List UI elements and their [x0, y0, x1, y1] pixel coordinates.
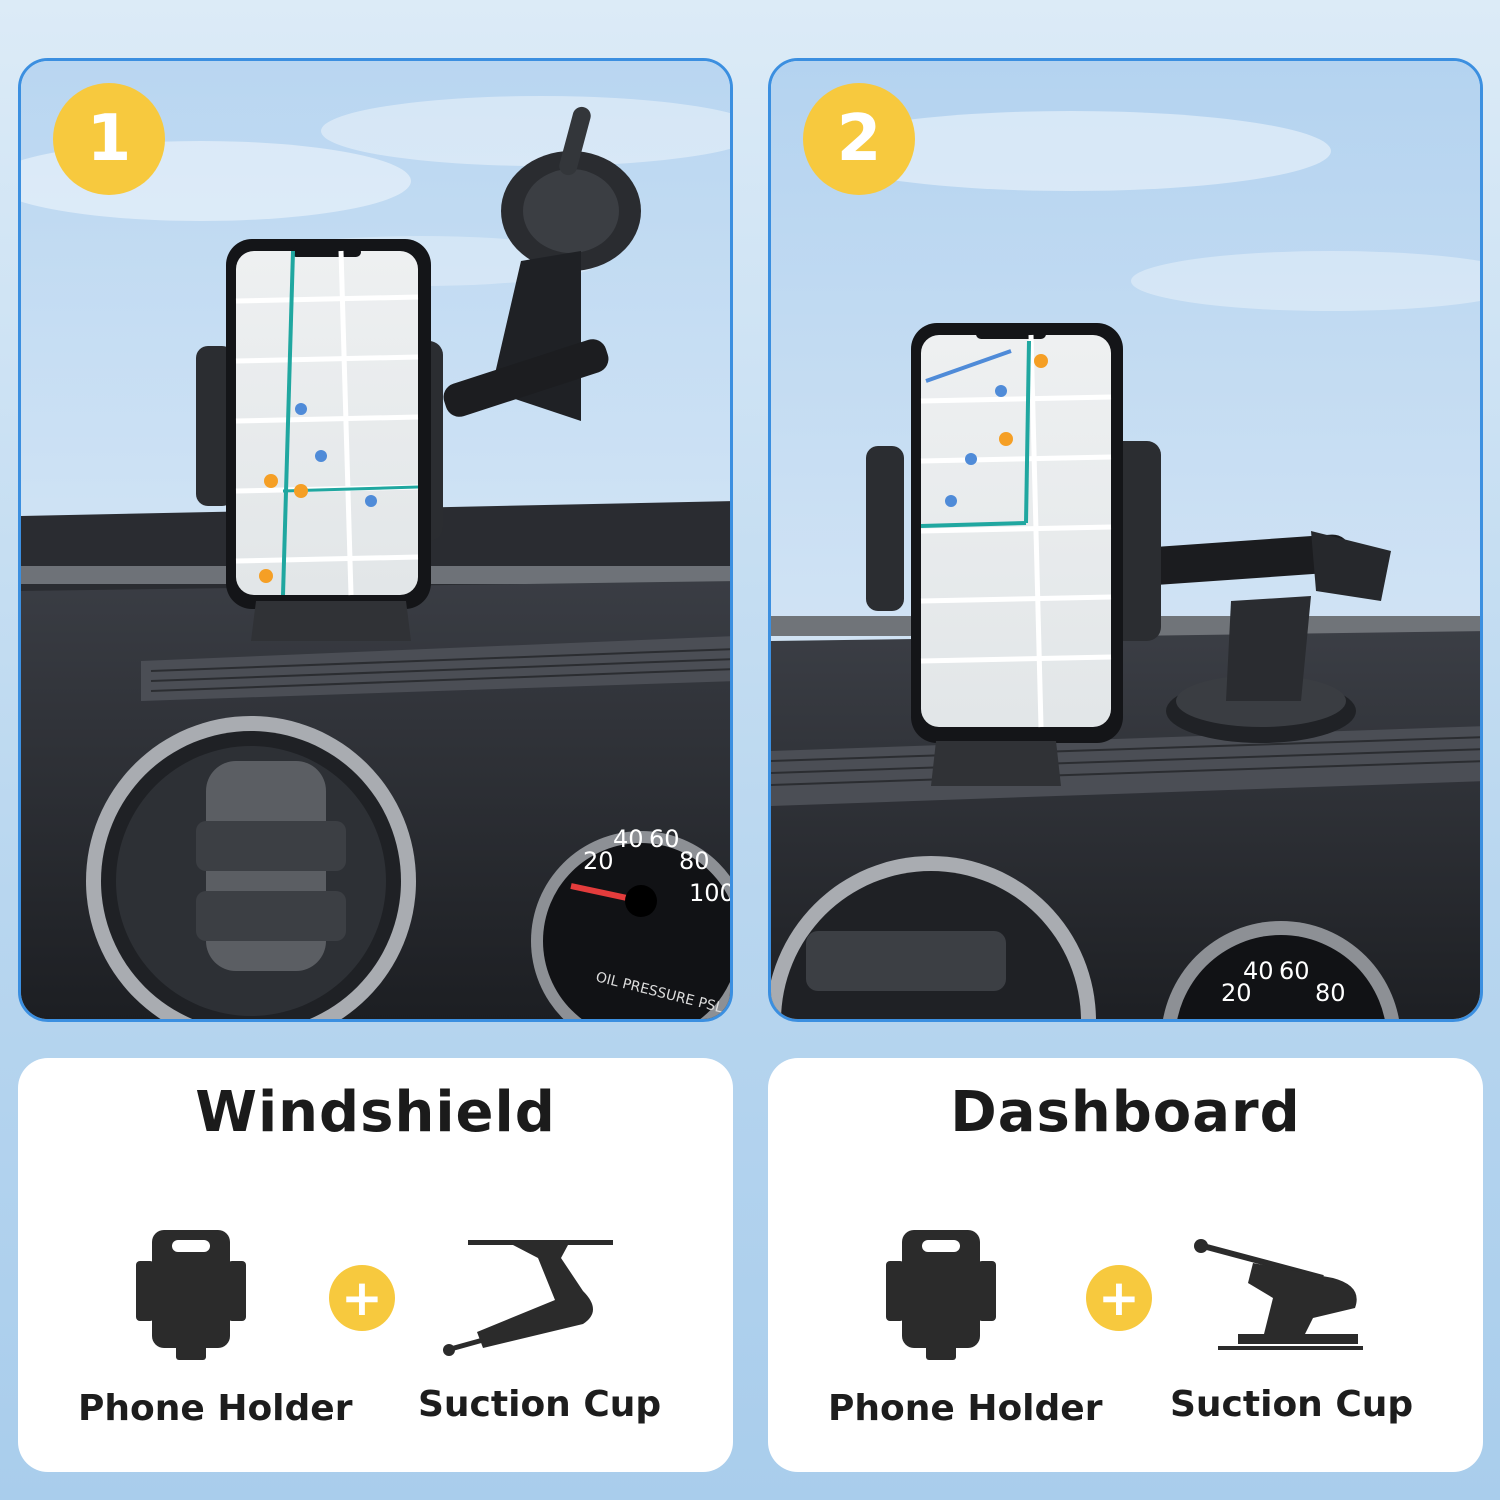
svg-text:80: 80 — [679, 847, 710, 875]
step-number-badge: 1 — [53, 83, 165, 195]
phone-holder-label: Phone Holder — [828, 1388, 1103, 1429]
svg-text:100: 100 — [689, 879, 733, 907]
svg-text:60: 60 — [1279, 957, 1310, 985]
dashboard-suction-cup-icon — [1194, 1239, 1363, 1350]
dashboard-photo-panel: 20 40 60 80 2 — [768, 58, 1483, 1022]
svg-text:40: 40 — [1243, 957, 1274, 985]
dashboard-info-card: Dashboard Phone Holder + Suction Cup — [768, 1058, 1483, 1472]
phone-holder-icon — [886, 1230, 996, 1360]
windshield-suction-cup-icon — [443, 1240, 613, 1356]
svg-text:20: 20 — [583, 847, 614, 875]
card-title: Windshield — [195, 1080, 556, 1145]
card-title: Dashboard — [950, 1080, 1301, 1145]
suction-cup-label: Suction Cup — [418, 1384, 662, 1425]
suction-cup-label: Suction Cup — [1170, 1384, 1414, 1425]
phone-holder-label: Phone Holder — [78, 1388, 353, 1429]
windshield-info-card: Windshield Phone Holder + Suction Cup — [18, 1058, 733, 1472]
plus-icon: + — [329, 1265, 395, 1331]
svg-text:60: 60 — [649, 825, 680, 853]
windshield-photo-panel: 20 40 60 80 100 OIL PRESSURE PSL 1 — [18, 58, 733, 1022]
phone-holder-icon — [136, 1230, 246, 1360]
dashboard-mount-photo: 2040 6080 — [771, 61, 1480, 1019]
windshield-mount-photo: 2040 6080100 OIL PRESSURE PSL — [21, 61, 733, 1019]
svg-text:80: 80 — [1315, 979, 1346, 1007]
step-number-badge: 2 — [803, 83, 915, 195]
svg-text:40: 40 — [613, 825, 644, 853]
plus-icon: + — [1086, 1265, 1152, 1331]
